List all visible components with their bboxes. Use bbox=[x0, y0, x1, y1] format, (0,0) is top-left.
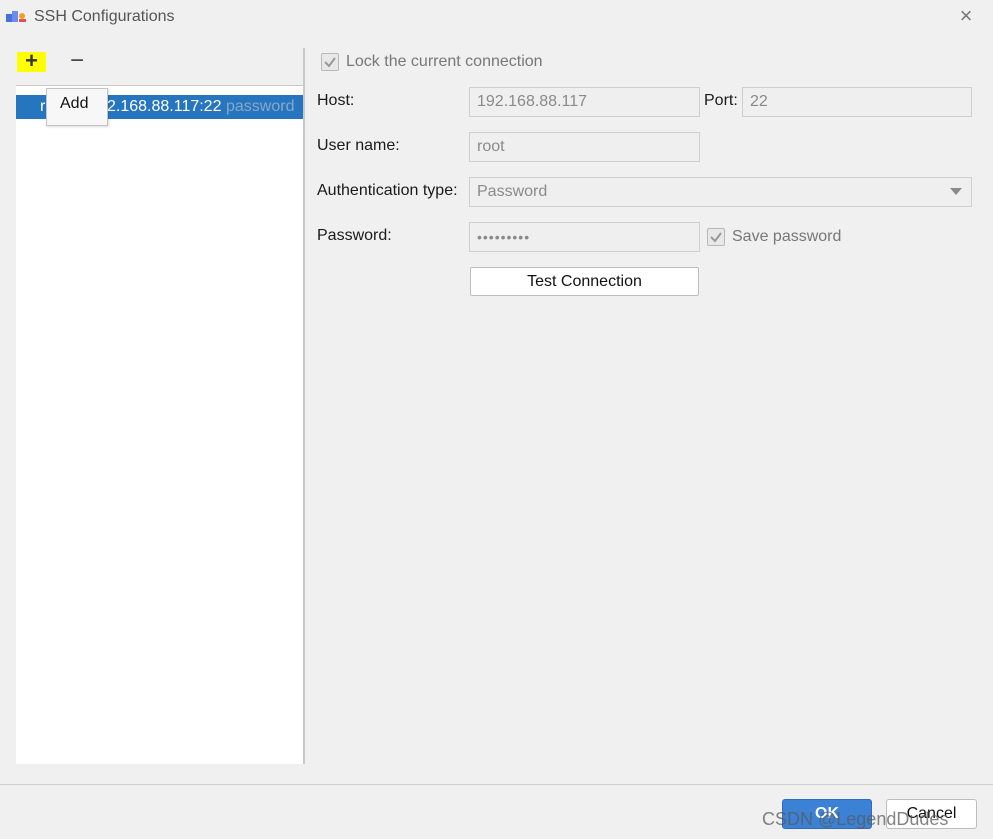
remove-button[interactable]: − bbox=[64, 49, 90, 74]
host-label: Host: bbox=[317, 92, 355, 109]
lock-connection-checkbox[interactable] bbox=[321, 53, 339, 71]
lock-connection-label: Lock the current connection bbox=[346, 53, 543, 70]
footer-divider bbox=[0, 784, 993, 785]
list-item-auth: password bbox=[226, 98, 295, 115]
port-label: Port: bbox=[704, 92, 738, 109]
user-name-label: User name: bbox=[317, 137, 400, 154]
check-icon bbox=[324, 57, 336, 68]
save-password-label: Save password bbox=[732, 228, 842, 245]
save-password-checkbox[interactable] bbox=[707, 228, 725, 246]
auth-type-select[interactable]: Password bbox=[469, 177, 972, 207]
list-item-host: 2.168.88.117:22 bbox=[107, 98, 222, 115]
add-button[interactable]: + bbox=[17, 50, 46, 72]
user-name-field[interactable]: root bbox=[469, 132, 700, 162]
window-title: SSH Configurations bbox=[34, 8, 175, 25]
test-connection-button[interactable]: Test Connection bbox=[470, 267, 699, 296]
list-item-prefix: r bbox=[40, 98, 46, 115]
check-icon bbox=[710, 232, 722, 243]
chevron-down-icon[interactable] bbox=[950, 188, 962, 195]
list-toolbar bbox=[16, 48, 303, 86]
add-tooltip-text: Add bbox=[60, 95, 89, 112]
close-icon[interactable]: × bbox=[955, 5, 977, 27]
watermark: CSDN @LegendDudes bbox=[762, 809, 949, 829]
panel-splitter[interactable] bbox=[303, 48, 305, 764]
port-field[interactable]: 22 bbox=[742, 87, 972, 117]
password-field[interactable]: ••••••••• bbox=[469, 222, 700, 252]
auth-type-label: Authentication type: bbox=[317, 182, 458, 199]
app-icon bbox=[6, 9, 28, 25]
configurations-list[interactable] bbox=[16, 86, 303, 764]
password-label: Password: bbox=[317, 227, 392, 244]
host-field[interactable]: 192.168.88.117 bbox=[469, 87, 700, 117]
